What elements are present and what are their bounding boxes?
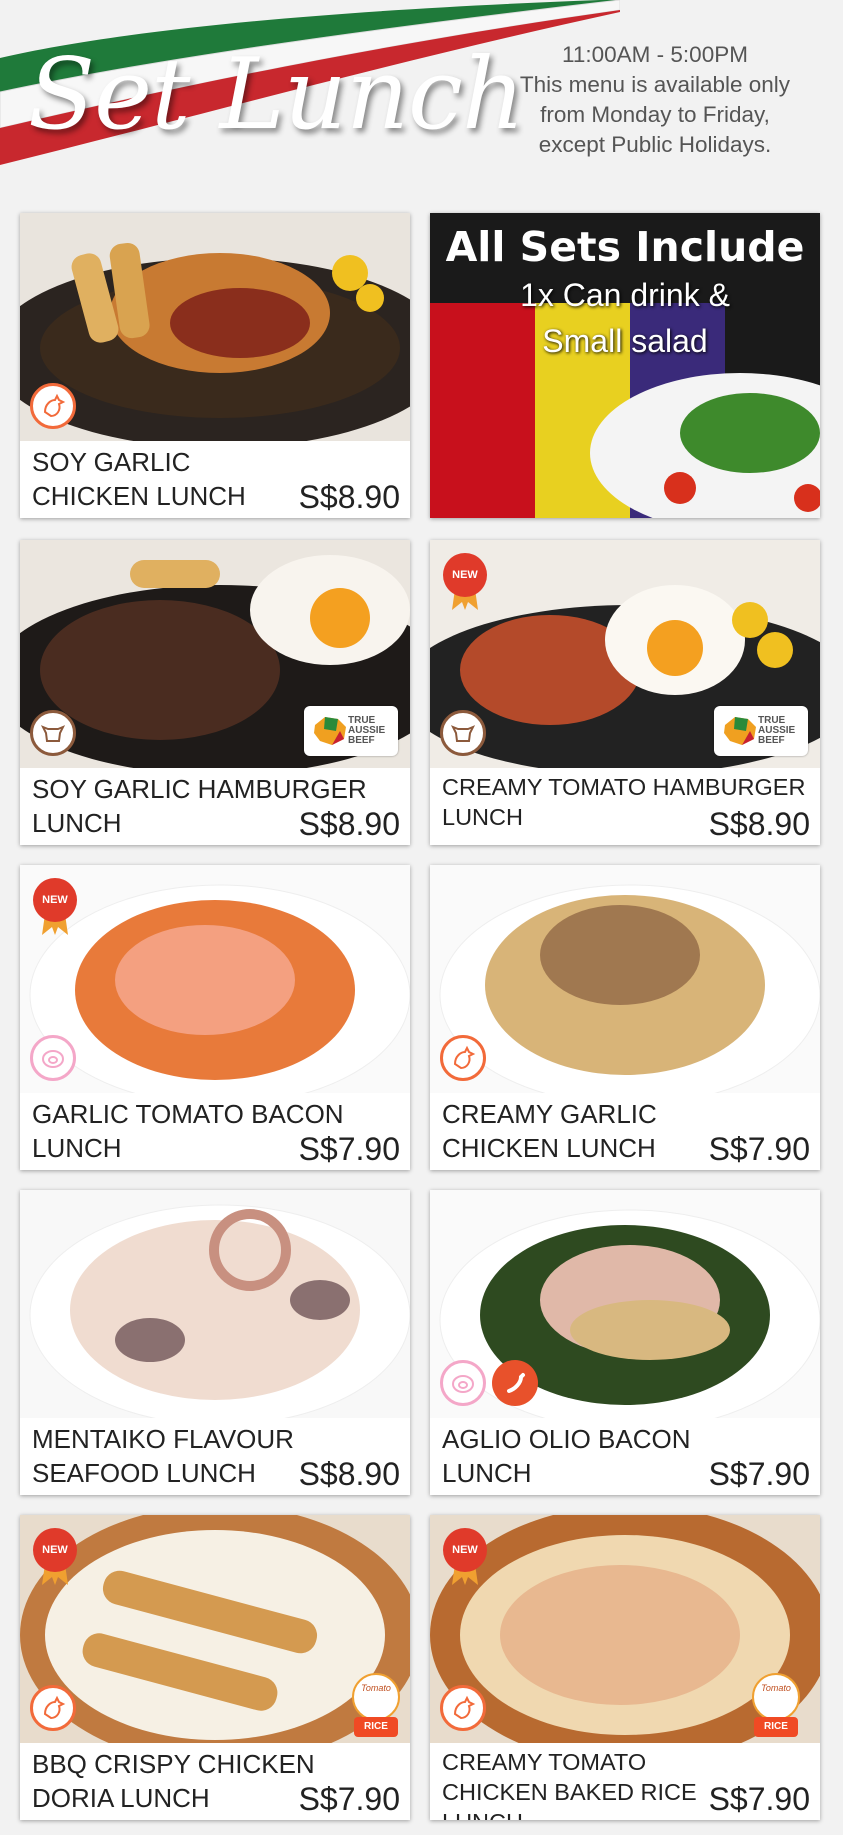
availability-line: This menu is available only (519, 72, 791, 97)
rice-label: RICE (754, 1717, 798, 1737)
promo-card: All Sets Include 1x Can drink & Small sa… (430, 213, 820, 518)
dish-photo (20, 1190, 410, 1418)
promo-line: 1x Can drink & (520, 277, 730, 313)
new-badge-icon (443, 553, 487, 610)
chicken-icon (440, 1035, 486, 1081)
new-label: NEW (452, 1544, 478, 1556)
dish-photo (430, 1190, 820, 1418)
menu-item-card[interactable]: NEW Tomato RICE BBQ CRISPY CHICKEN DORIA… (20, 1515, 410, 1820)
new-label: NEW (452, 569, 478, 581)
item-price: S$8.90 (298, 1456, 400, 1492)
chicken-icon (30, 1685, 76, 1731)
menu-item-card[interactable]: CREAMY GARLIC CHICKEN LUNCH S$7.90 (430, 865, 820, 1170)
rice-badge: Tomato RICE (348, 1673, 404, 1737)
pork-icon (440, 1360, 486, 1406)
item-price: S$8.90 (298, 806, 400, 842)
menu-item-card[interactable]: NEW TRUE AUSSIE BEEF CREAMY TOMATO HAMBU… (430, 540, 820, 845)
item-price: S$7.90 (708, 1781, 810, 1817)
promo-line: Small salad (542, 323, 708, 359)
item-price: S$8.90 (708, 806, 810, 842)
aussie-beef-badge: TRUE AUSSIE BEEF (304, 706, 398, 756)
new-label: NEW (42, 894, 68, 906)
dish-photo (430, 865, 820, 1093)
menu-item-card[interactable]: MENTAIKO FLAVOUR SEAFOOD LUNCH S$8.90 (20, 1190, 410, 1495)
rice-brand-text: Tomato (361, 1683, 391, 1693)
rice-badge: Tomato RICE (748, 1673, 804, 1737)
dish-photo (20, 865, 410, 1093)
chicken-icon (440, 1685, 486, 1731)
menu-item-card[interactable]: SOY GARLIC CHICKEN LUNCH S$8.90 (20, 213, 410, 518)
menu-item-card[interactable]: TRUE AUSSIE BEEF SOY GARLIC HAMBURGER LU… (20, 540, 410, 845)
promo-title: All Sets Include (445, 223, 805, 271)
beef-icon (30, 710, 76, 756)
item-name: AGLIO OLIO BACON LUNCH (442, 1424, 691, 1488)
pork-icon (30, 1035, 76, 1081)
aussie-beef-badge: TRUE AUSSIE BEEF (714, 706, 808, 756)
new-badge-icon (33, 878, 77, 935)
new-label: NEW (42, 1544, 68, 1556)
beef-icon (440, 710, 486, 756)
new-badge-icon (443, 1528, 487, 1585)
new-badge-icon (33, 1528, 77, 1585)
item-name: SOY GARLIC CHICKEN LUNCH (32, 447, 246, 511)
menu-item-card[interactable]: NEW GARLIC TOMATO BACON LUNCH S$7.90 (20, 865, 410, 1170)
availability-info: 11:00AM - 5:00PM This menu is available … (490, 40, 820, 160)
page-title: Set Lunch (28, 38, 525, 152)
item-price: S$8.90 (298, 479, 400, 515)
availability-line: except Public Holidays. (538, 132, 772, 157)
aussie-beef-text: TRUE AUSSIE BEEF (348, 715, 386, 746)
chili-spicy-icon (492, 1360, 538, 1406)
menu-item-card[interactable]: NEW Tomato RICE CREAMY TOMATO CHICKEN BA… (430, 1515, 820, 1820)
dish-photo (20, 213, 410, 441)
rice-label: RICE (354, 1717, 398, 1737)
item-name: MENTAIKO FLAVOUR SEAFOOD LUNCH (32, 1424, 294, 1488)
item-price: S$7.90 (298, 1131, 400, 1167)
rice-brand-text: Tomato (761, 1683, 791, 1693)
item-price: S$7.90 (708, 1456, 810, 1492)
item-price: S$7.90 (708, 1131, 810, 1167)
item-name: CREAMY TOMATO CHICKEN BAKED RICE LUNCH (442, 1749, 697, 1820)
availability-line: from Monday to Friday, (540, 102, 770, 127)
item-price: S$7.90 (298, 1781, 400, 1817)
chicken-icon (30, 383, 76, 429)
opening-hours: 11:00AM - 5:00PM (562, 42, 748, 67)
aussie-beef-text: TRUE AUSSIE BEEF (758, 715, 796, 746)
header: Set Lunch 11:00AM - 5:00PM This menu is … (0, 0, 843, 200)
item-name: CREAMY GARLIC CHICKEN LUNCH (442, 1099, 657, 1163)
menu-item-card[interactable]: AGLIO OLIO BACON LUNCH S$7.90 (430, 1190, 820, 1495)
